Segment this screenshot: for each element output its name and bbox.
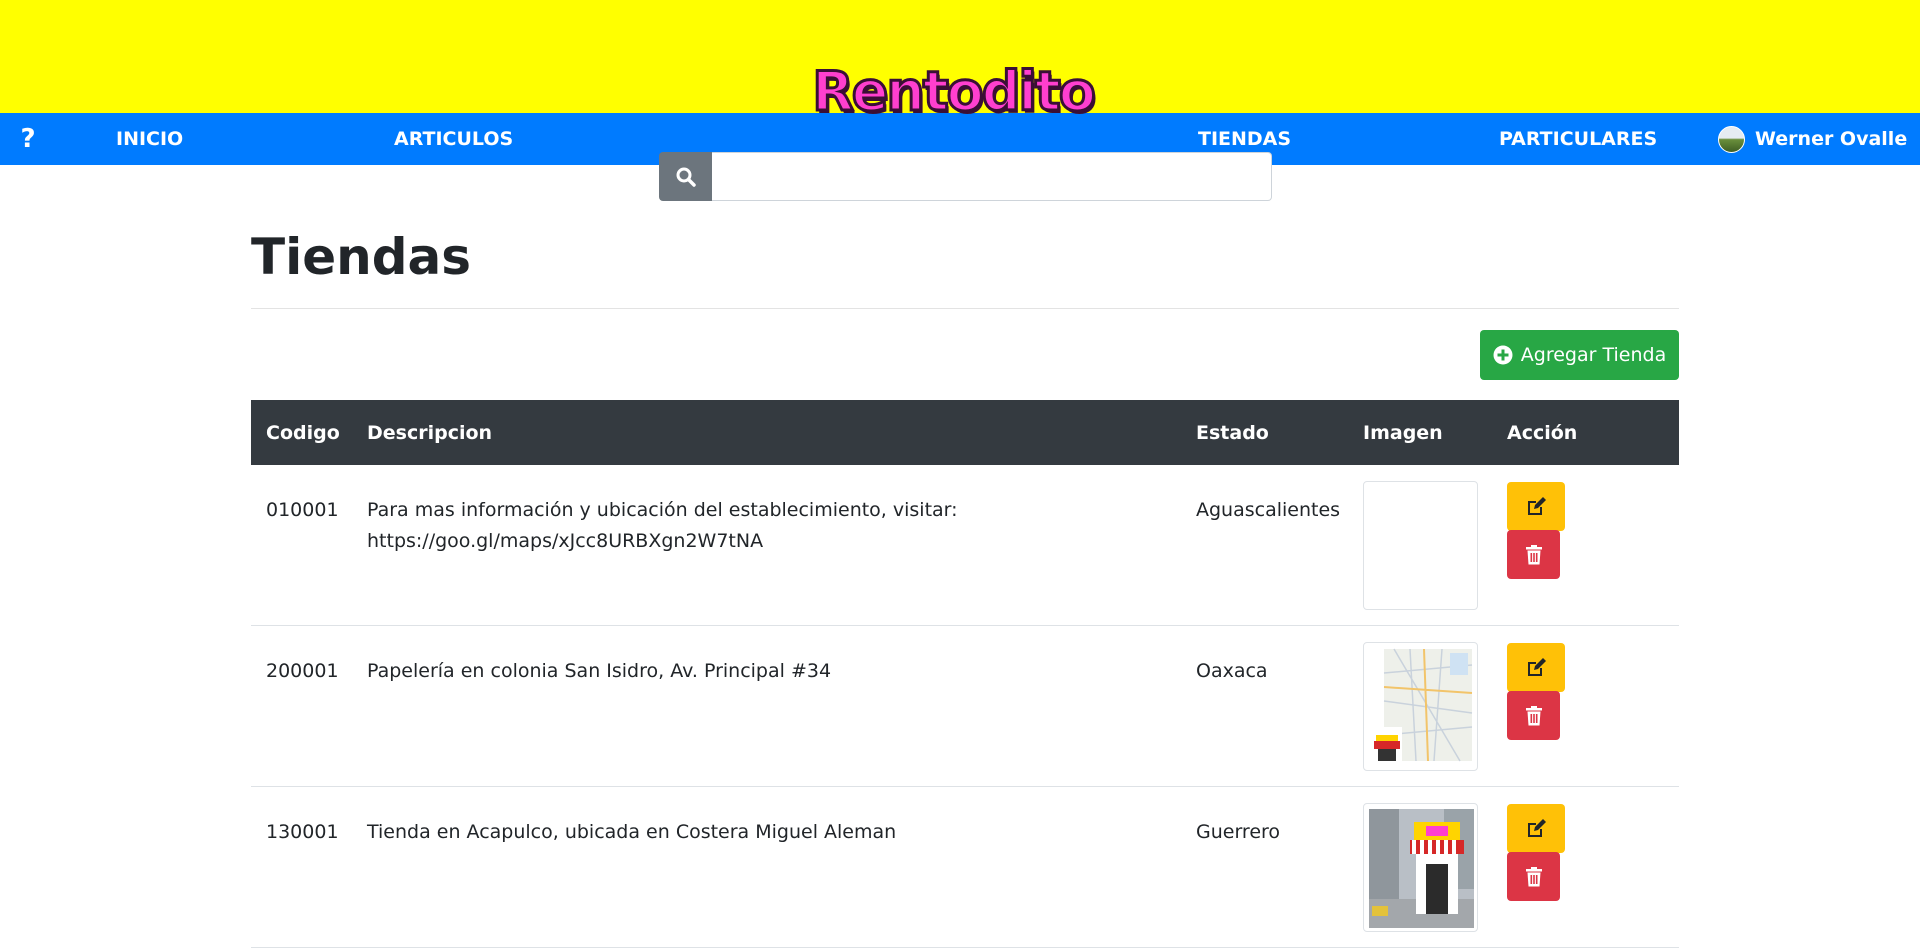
search-input[interactable] <box>712 152 1272 201</box>
store-image-thumbnail[interactable] <box>1363 803 1478 932</box>
table-row: 010001 Para mas información y ubicación … <box>251 465 1679 626</box>
nav-inicio[interactable]: INICIO <box>116 113 183 165</box>
column-header-accion[interactable]: Acción <box>1507 400 1577 465</box>
descripcion-cell: Para mas información y ubicación del est… <box>367 499 958 552</box>
plus-circle-icon <box>1493 345 1513 365</box>
add-store-label: Agregar Tienda <box>1520 344 1667 366</box>
add-store-button[interactable]: Agregar Tienda <box>1480 330 1679 380</box>
delete-button[interactable] <box>1507 691 1560 740</box>
codigo-cell: 200001 <box>266 660 339 682</box>
help-link[interactable]: ? <box>16 113 40 165</box>
store-image-thumbnail[interactable] <box>1363 481 1478 610</box>
nav-particulares[interactable]: PARTICULARES <box>1499 113 1657 165</box>
store-image-thumbnail[interactable] <box>1363 642 1478 771</box>
street-store-image <box>1369 809 1474 928</box>
page-title: Tiendas <box>251 228 472 286</box>
avatar <box>1718 125 1745 153</box>
trash-icon <box>1525 705 1542 725</box>
logo-text: Rentodito <box>811 58 1098 124</box>
edit-button[interactable] <box>1507 643 1565 692</box>
search-icon <box>676 167 696 187</box>
estado-cell: Guerrero <box>1196 821 1281 843</box>
trash-icon <box>1525 866 1542 886</box>
title-divider <box>251 308 1679 309</box>
user-menu[interactable]: Werner Ovalle <box>1718 113 1907 165</box>
codigo-cell: 010001 <box>266 499 339 521</box>
user-name: Werner Ovalle <box>1755 128 1908 150</box>
estado-cell: Oaxaca <box>1196 660 1268 682</box>
search-button[interactable] <box>659 152 712 201</box>
descripcion-cell: Tienda en Acapulco, ubicada en Costera M… <box>367 821 897 843</box>
descripcion-cell: Papelería en colonia San Isidro, Av. Pri… <box>367 660 832 682</box>
delete-button[interactable] <box>1507 530 1560 579</box>
map-image <box>1372 648 1473 762</box>
table-header: Codigo Descripcion Estado Imagen Acción <box>251 400 1679 465</box>
column-header-codigo[interactable]: Codigo <box>266 400 340 465</box>
column-header-imagen[interactable]: Imagen <box>1363 400 1443 465</box>
column-header-estado[interactable]: Estado <box>1196 400 1269 465</box>
estado-cell: Aguascalientes <box>1196 499 1341 521</box>
brand-logo[interactable]: Rentodito <box>811 58 1098 124</box>
search-bar <box>659 152 1272 201</box>
trash-icon <box>1525 544 1542 564</box>
edit-button[interactable] <box>1507 482 1565 531</box>
table-row: 200001 Papelería en colonia San Isidro, … <box>251 626 1679 787</box>
delete-button[interactable] <box>1507 852 1560 901</box>
edit-icon <box>1528 496 1546 515</box>
edit-icon <box>1528 657 1546 676</box>
column-header-descripcion[interactable]: Descripcion <box>367 400 492 465</box>
table-row: 130001 Tienda en Acapulco, ubicada en Co… <box>251 787 1679 948</box>
nav-articulos[interactable]: ARTICULOS <box>394 113 513 165</box>
edit-icon <box>1528 818 1546 837</box>
edit-button[interactable] <box>1507 804 1565 853</box>
codigo-cell: 130001 <box>266 821 339 843</box>
